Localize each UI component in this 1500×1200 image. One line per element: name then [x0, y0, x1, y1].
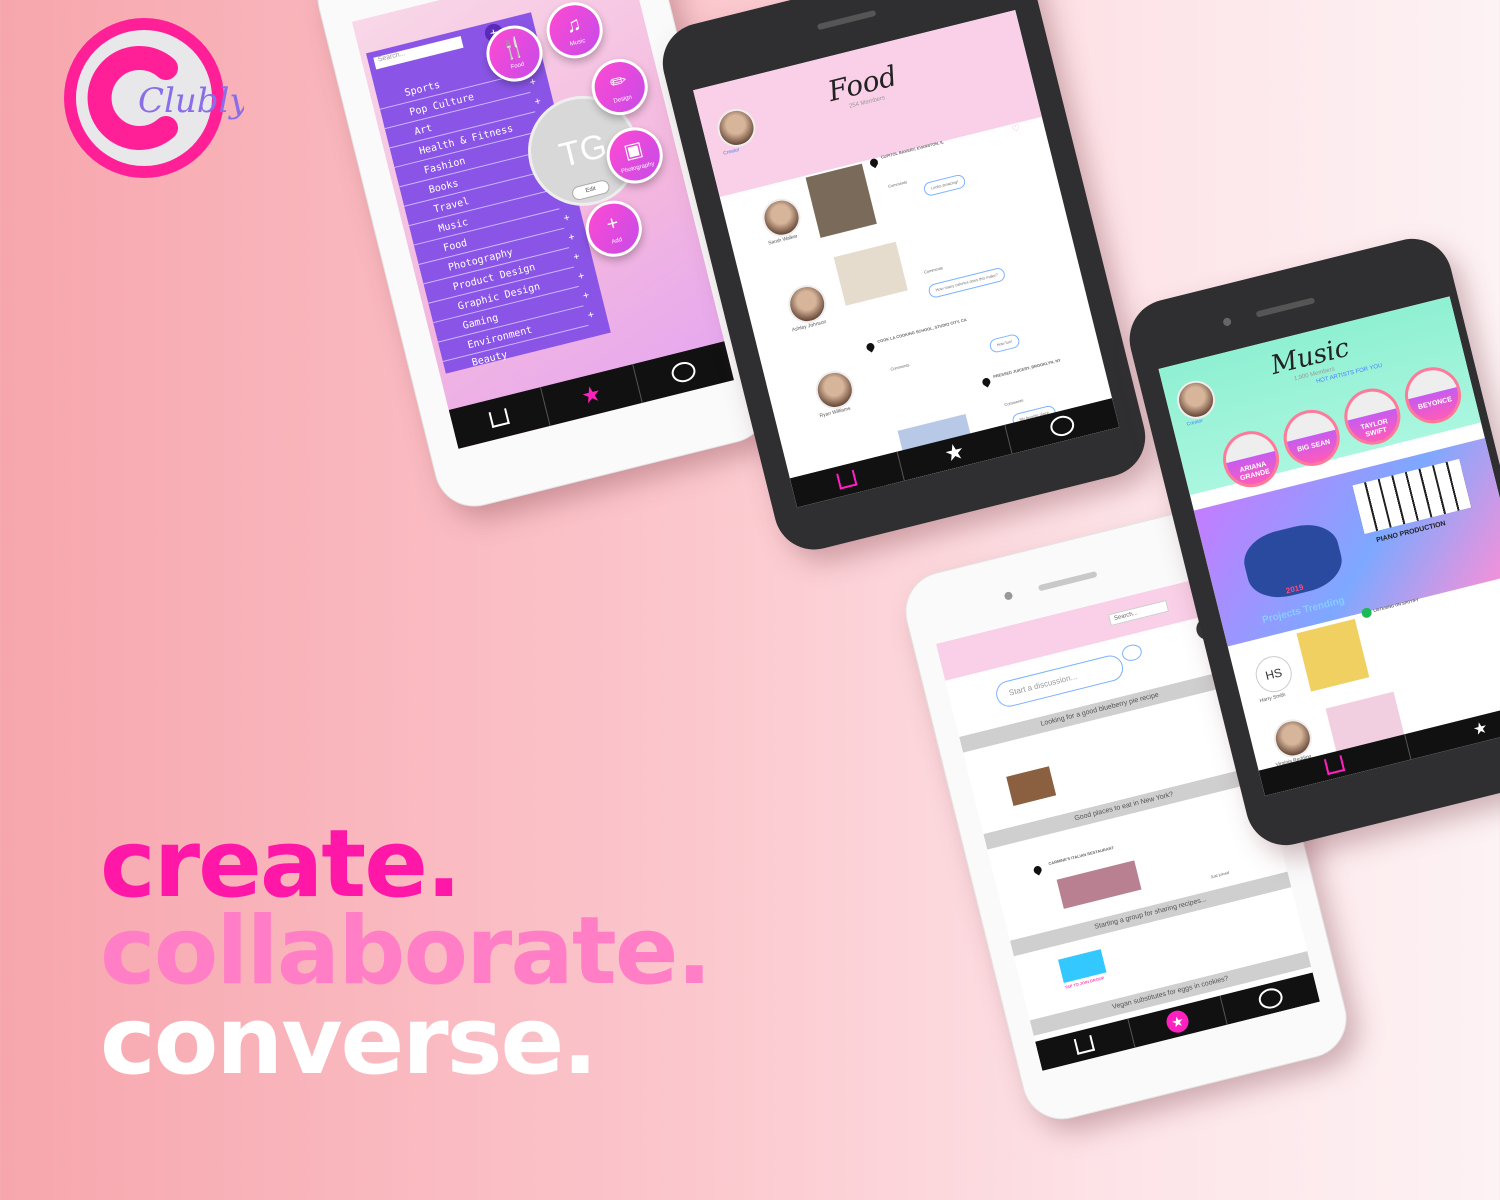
location-pin-icon — [980, 376, 992, 388]
star-icon: ★ — [941, 437, 968, 467]
nav-favorites[interactable]: ★ — [1405, 698, 1500, 759]
plus-icon: + — [562, 212, 572, 225]
album-art[interactable] — [1296, 618, 1370, 692]
chat-bubble-icon[interactable] — [1120, 642, 1144, 663]
plus-icon: + — [577, 270, 586, 283]
location-pin-icon — [864, 341, 876, 353]
post-location: COOK LA COOKING SCHOOL, STUDIO CITY, CA — [876, 317, 968, 345]
comments-label: Comments — [887, 179, 908, 189]
plus-icon: + — [567, 231, 576, 244]
phone-food: Food 254 Members Creator Sarah Walker CU… — [654, 0, 1154, 558]
nav-favorites[interactable]: ★ — [540, 364, 643, 426]
discussion-topic[interactable]: Starting a group for sharing recipes... — [1009, 871, 1292, 957]
reply-bubble[interactable]: How fun! — [988, 333, 1021, 354]
speaker-grille — [1037, 570, 1098, 592]
chat-bubble-icon — [1256, 985, 1285, 1012]
reply-bubble[interactable]: How many calories does this make? — [927, 266, 1007, 300]
post-photo[interactable] — [1056, 860, 1142, 909]
food-header: Food 254 Members — [693, 9, 1042, 198]
user-initials-avatar[interactable]: HS — [1251, 652, 1296, 696]
chat-bubble-icon — [1048, 413, 1077, 439]
home-icon — [488, 408, 510, 428]
category-search-input[interactable]: Search... — [373, 36, 464, 70]
home-icon — [1323, 755, 1345, 776]
heart-icon[interactable]: ♡ — [1011, 122, 1021, 135]
star-icon: ★ — [1471, 719, 1490, 740]
speaker-grille — [816, 9, 877, 31]
home-icon — [836, 469, 858, 490]
comments-label: Comments — [923, 265, 944, 275]
nav-home[interactable] — [789, 451, 905, 508]
logo-wordmark: Clubly — [138, 81, 244, 121]
star-icon: ★ — [1164, 1008, 1191, 1036]
chat-bubble-icon — [669, 359, 698, 385]
nav-discussions[interactable] — [1005, 398, 1119, 454]
food-screen: Food 254 Members Creator Sarah Walker CU… — [693, 9, 1120, 508]
home-icon — [1074, 1034, 1096, 1055]
post-avatar[interactable] — [811, 366, 858, 413]
speaker-grille — [1255, 297, 1316, 318]
slogan-converse: converse. — [100, 987, 598, 1096]
plus-icon: + — [572, 250, 581, 264]
user-name: Harry Smith — [1259, 691, 1287, 705]
comments-label: Comments — [1003, 397, 1024, 408]
plus-icon: + — [586, 309, 596, 322]
nav-home[interactable] — [448, 387, 551, 449]
clubly-logo: Clubly — [64, 18, 244, 178]
post-author: Rachel Adams — [855, 493, 889, 508]
front-camera — [1222, 317, 1232, 327]
location-pin-icon — [868, 157, 880, 169]
piano-keys-art — [1352, 458, 1472, 535]
slogan-collaborate: collaborate. — [100, 897, 712, 1006]
nav-discussions[interactable] — [633, 341, 734, 403]
post-photo[interactable] — [805, 163, 877, 238]
plus-icon: + — [581, 289, 591, 302]
projects-trending-label: Projects Trending — [1261, 594, 1346, 627]
star-icon: ★ — [578, 380, 604, 410]
front-camera — [1003, 591, 1014, 601]
post-avatar[interactable] — [758, 194, 805, 241]
just-joined-label: Just joined — [1209, 869, 1230, 880]
tile-music[interactable]: ♫ Music — [540, 0, 609, 65]
restaurant-name: CARMINE'S ITALIAN RESTAURANT — [1047, 845, 1115, 867]
post-photo[interactable] — [1006, 766, 1057, 806]
reply-bubble[interactable]: Looks amazing! — [922, 173, 967, 198]
comments-label: Comments — [889, 362, 910, 372]
post-photo[interactable] — [833, 241, 908, 306]
plus-icon: + — [533, 95, 543, 108]
post-location: PRESSED JUICERY, BROOKLYN, NY — [992, 357, 1062, 380]
location-pin-icon — [1032, 864, 1044, 876]
